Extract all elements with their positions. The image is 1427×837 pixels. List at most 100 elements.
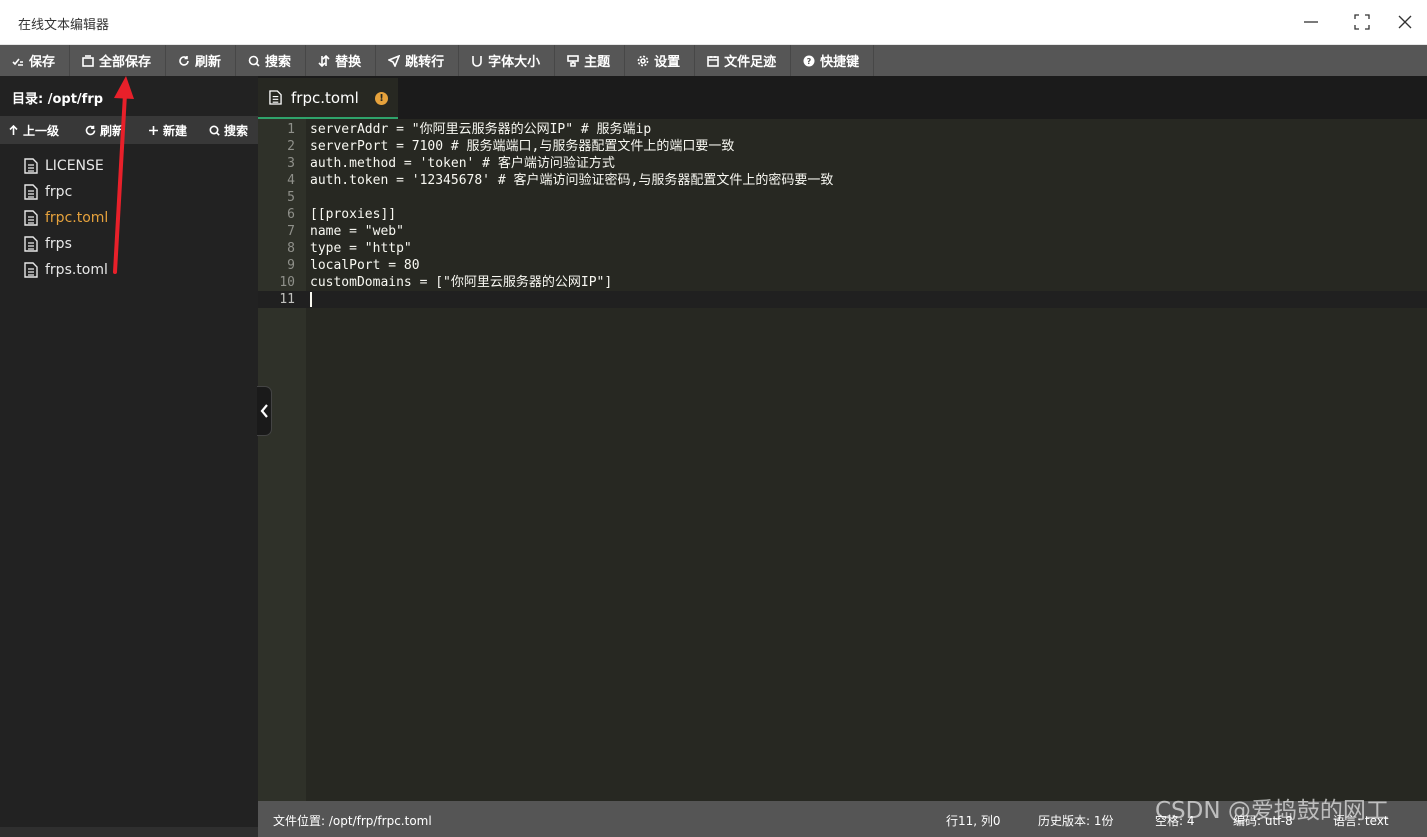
history-icon [707,55,719,67]
line-text: type = "http" [310,241,412,256]
tab-frpc-toml[interactable]: frpc.toml ! [258,78,398,119]
file-item-frpc[interactable]: frpc [24,179,108,205]
line-text: auth.method = 'token' # 客户端访问验证方式 [310,156,615,171]
window-title: 在线文本编辑器 [18,18,110,33]
tab-bar: frpc.toml ! [258,76,1427,119]
line-text: serverAddr = "你阿里云服务器的公网IP" # 服务端ip [310,122,652,137]
code-line[interactable]: 10 customDomains = ["你阿里云服务器的公网IP"] [258,274,1427,291]
save-icon [12,58,23,66]
minimize-icon [1304,21,1318,23]
line-number: 2 [287,139,295,154]
line-number: 7 [287,224,295,239]
maximize-button[interactable] [1340,6,1384,38]
file-history-button-label: 文件足迹 [724,55,777,70]
font-size-icon [472,55,482,67]
file-icon [269,90,282,105]
settings-button[interactable]: 设置 [625,45,696,76]
parent-dir-button[interactable]: 上一级 [0,116,67,144]
save-button[interactable]: 保存 [0,45,71,76]
shortcuts-button[interactable]: ? 快捷键 [791,45,875,76]
replace-icon [318,54,330,67]
plus-icon [149,125,159,135]
search-button-label: 搜索 [265,55,292,70]
line-text: localPort = 80 [310,258,420,273]
line-text: [[proxies]] [310,207,397,222]
chevron-left-icon [260,404,268,418]
font-size-button[interactable]: 字体大小 [459,45,556,76]
search-button[interactable]: 搜索 [236,45,307,76]
file-history-button[interactable]: 文件足迹 [695,45,792,76]
line-number: 8 [287,241,295,256]
file-icon [24,184,38,200]
close-button[interactable] [1383,6,1427,38]
watermark: CSDN @爱捣鼓的网工 [1155,798,1389,824]
file-item-frps-toml[interactable]: frps.toml [24,257,108,283]
code-line[interactable]: 7 name = "web" [258,223,1427,240]
refresh-button[interactable]: 刷新 [166,45,237,76]
line-number: 1 [287,122,295,137]
file-name: frpc [45,184,73,200]
code-line[interactable]: 4 auth.token = '12345678' # 客户端访问验证密码,与服务… [258,172,1427,189]
code-line[interactable]: 6 [[proxies]] [258,206,1427,223]
code-line[interactable]: 11 [258,291,1427,308]
theme-button[interactable]: 主题 [555,45,626,76]
code-line[interactable]: 1 serverAddr = "你阿里云服务器的公网IP" # 服务端ip [258,121,1427,138]
sidebar-search-button[interactable]: 搜索 [201,116,256,144]
sidebar-search-label: 搜索 [224,123,249,138]
tab-label: frpc.toml [291,88,359,107]
annotation-arrow [113,76,134,274]
unsaved-badge: ! [375,92,388,105]
directory-label: 目录: /opt/frp [12,92,104,107]
code-line[interactable]: 5 [258,189,1427,206]
refresh-icon [85,125,96,135]
replace-button-label: 替换 [335,55,362,70]
status-cursor-position: 行11, 列0 [946,814,1001,828]
line-text: auth.token = '12345678' # 客户端访问验证密码,与服务器… [310,173,834,188]
file-icon [24,236,38,252]
code-line[interactable]: 2 serverPort = 7100 # 服务端端口,与服务器配置文件上的端口要… [258,138,1427,155]
shortcuts-button-label: 快捷键 [820,55,860,70]
file-icon [24,158,38,174]
save-all-icon [82,54,94,67]
fullscreen-icon [1354,14,1370,30]
collapse-sidebar-button[interactable] [257,386,272,436]
file-item-frpc-toml[interactable]: frpc.toml [24,205,108,231]
new-file-label: 新建 [163,123,188,138]
line-text: serverPort = 7100 # 服务端端口,与服务器配置文件上的端口要一… [310,139,735,154]
parent-dir-label: 上一级 [23,123,60,138]
status-history[interactable]: 历史版本: 1份 [1038,812,1114,829]
new-file-button[interactable]: 新建 [140,116,195,144]
line-text: customDomains = ["你阿里云服务器的公网IP"] [310,275,613,290]
code-line[interactable]: 8 type = "http" [258,240,1427,257]
refresh-button-label: 刷新 [195,55,222,70]
sidebar-scrollbar[interactable] [0,827,258,837]
file-name: LICENSE [45,158,104,174]
code-line[interactable]: 9 localPort = 80 [258,257,1427,274]
help-icon: ? [803,55,815,66]
minimize-button[interactable] [1289,6,1333,38]
close-icon [1398,15,1412,29]
settings-button-label: 设置 [654,55,681,70]
theme-button-label: 主题 [584,55,611,70]
file-icon [24,262,38,278]
line-number: 4 [287,173,295,188]
goto-line-button[interactable]: 跳转行 [376,45,460,76]
line-number: 5 [287,190,295,205]
svg-text:?: ? [807,57,812,66]
code-line[interactable]: 3 auth.method = 'token' # 客户端访问验证方式 [258,155,1427,172]
file-item-license[interactable]: LICENSE [24,153,108,179]
goto-line-button-label: 跳转行 [405,55,445,70]
main-toolbar: 保存 全部保存 刷新 搜索 替换 跳转行 字体大小 主题 设置 文件足迹 ? 快… [0,45,1427,76]
replace-button[interactable]: 替换 [306,45,377,76]
line-number: 9 [287,258,295,273]
status-file-path: 文件位置: /opt/frp/frpc.toml [273,814,432,828]
file-item-frps[interactable]: frps [24,231,108,257]
line-text: name = "web" [310,224,404,239]
line-number: 3 [287,156,295,171]
arrow-up-icon [9,124,18,135]
file-name: frpc.toml [45,210,109,226]
file-name: frps.toml [45,262,108,278]
goto-line-icon [388,54,401,67]
code-editor[interactable]: 1 serverAddr = "你阿里云服务器的公网IP" # 服务端ip 2 ser… [258,119,1427,801]
line-number: 6 [287,207,295,222]
